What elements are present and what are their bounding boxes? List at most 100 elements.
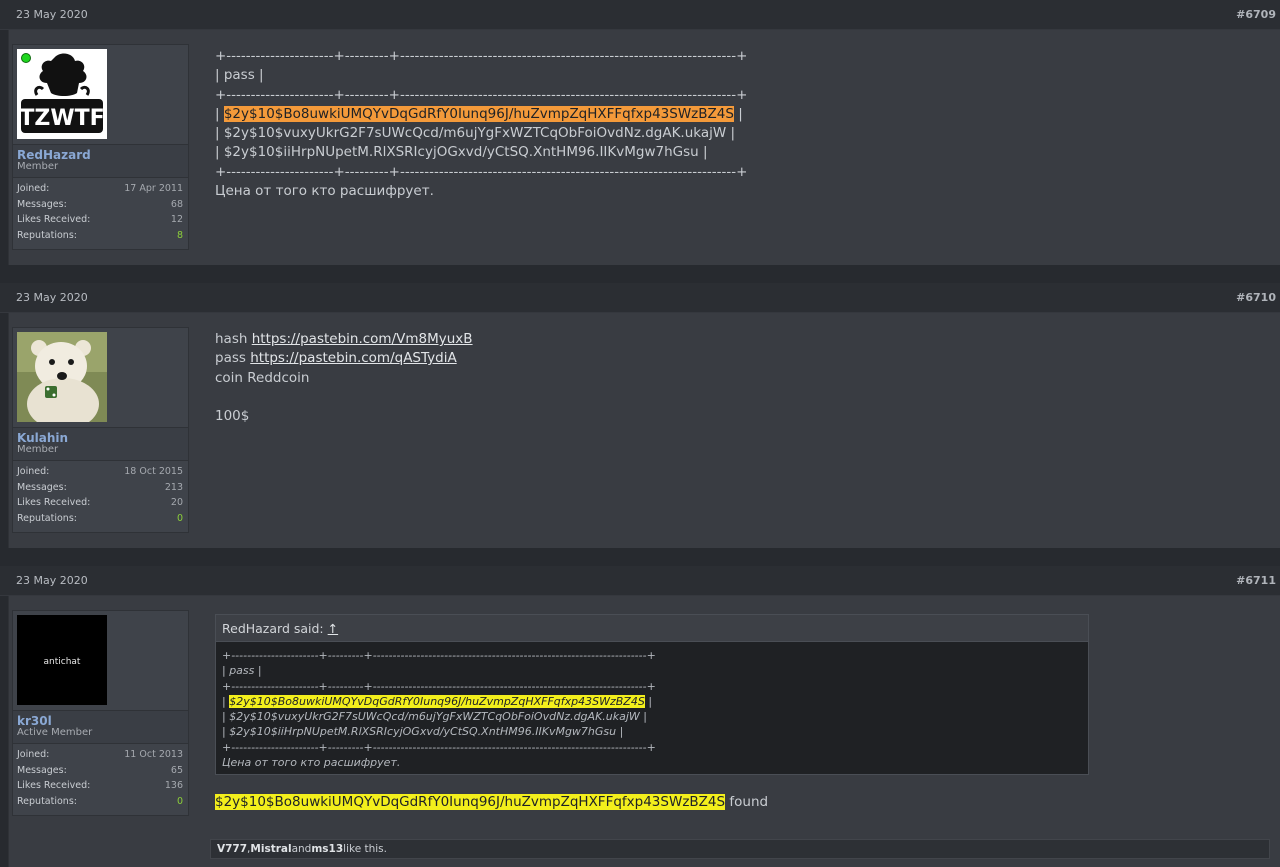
post-header: 23 May 2020 #6710: [0, 283, 1280, 313]
antichat-logo-icon: antichat: [17, 615, 107, 705]
stat-reputations: Reputations: 0: [17, 794, 183, 810]
stat-value: 20: [170, 497, 183, 509]
coin-line: coin Reddcoin: [215, 369, 310, 386]
like-user-link[interactable]: Mistral: [250, 843, 291, 855]
post-6709: 23 May 2020 #6709 TZWTF RedHazard Member: [0, 0, 1280, 283]
tzwtf-logo-icon: TZWTF: [17, 49, 107, 139]
table-header: | pass |: [215, 67, 264, 84]
stat-messages: Messages: 213: [17, 480, 183, 496]
post-header: 23 May 2020 #6711: [0, 566, 1280, 596]
like-user-link[interactable]: ms13: [311, 843, 343, 855]
likes-and: and: [291, 843, 312, 855]
stat-label: Reputations:: [17, 230, 77, 242]
message-content: +----------------------+---------+------…: [215, 47, 747, 201]
highlighted-hash: $2y$10$Bo8uwkiUMQYvDqGdRfY0Iunq96J/huZvm…: [223, 105, 734, 122]
like-user-link[interactable]: V777: [217, 843, 247, 855]
avatar[interactable]: TZWTF: [17, 49, 107, 139]
hash-line: hash https://pastebin.com/Vm8MyuxB: [215, 330, 473, 349]
stat-label: Messages:: [17, 764, 67, 776]
stat-label: Reputations:: [17, 796, 77, 808]
stat-value: 11 Oct 2013: [124, 749, 183, 760]
post-date[interactable]: 23 May 2020: [16, 8, 88, 21]
user-title: Active Member: [17, 727, 93, 738]
username[interactable]: Kulahin: [17, 432, 188, 444]
reply-line: $2y$10$Bo8uwkiUMQYvDqGdRfY0Iunq96J/huZvm…: [215, 793, 768, 812]
stat-value[interactable]: 65: [171, 763, 183, 779]
stat-value: 17 Apr 2011: [124, 183, 183, 194]
stat-label: Likes Received:: [17, 780, 91, 792]
found-label: found: [729, 794, 769, 810]
price-line: 100$: [215, 408, 250, 425]
stat-joined: Joined: 18 Oct 2015: [17, 464, 183, 480]
stat-label: Likes Received:: [17, 214, 91, 226]
hash-row-3: | $2y$10$iiHrpNUpetM.RlXSRIcyjOGxvd/yCtS…: [222, 725, 624, 739]
table-separator: +----------------------+---------+------…: [222, 740, 656, 754]
user-title: Member: [17, 161, 59, 172]
hash-row-1: | $2y$10$Bo8uwkiUMQYvDqGdRfY0Iunq96J/huZ…: [222, 694, 653, 708]
stat-reputations: Reputations: 8: [17, 228, 183, 244]
post-body: Kulahin Member Joined: 18 Oct 2015 Messag…: [8, 313, 1280, 548]
stat-value: 8: [176, 230, 183, 242]
post-6710: 23 May 2020 #6710 Kulahin Member Joined:…: [0, 283, 1280, 566]
hash-link[interactable]: https://pastebin.com/Vm8MyuxB: [252, 331, 473, 347]
price-note: Цена от того кто расшифрует.: [222, 756, 401, 770]
post-number[interactable]: #6711: [1236, 574, 1276, 587]
likes-suffix: like this.: [343, 843, 387, 855]
pass-link[interactable]: https://pastebin.com/qASTydiA: [250, 350, 456, 366]
stat-value[interactable]: 68: [171, 197, 183, 213]
table-separator: +----------------------+---------+------…: [215, 48, 748, 64]
avatar[interactable]: [17, 332, 107, 430]
post-date[interactable]: 23 May 2020: [16, 291, 88, 304]
stat-label: Reputations:: [17, 513, 77, 525]
stat-joined: Joined: 11 Oct 2013: [17, 747, 183, 763]
reply-text: $2y$10$Bo8uwkiUMQYvDqGdRfY0Iunq96J/huZvm…: [215, 793, 768, 812]
username-box: Kulahin Member: [13, 427, 188, 460]
hash-label: hash: [215, 331, 248, 347]
stat-likes: Likes Received: 136: [17, 778, 183, 794]
stat-joined: Joined: 17 Apr 2011: [17, 181, 183, 197]
user-card: Kulahin Member Joined: 18 Oct 2015 Messag…: [12, 327, 189, 533]
stat-value: 18 Oct 2015: [124, 466, 183, 477]
table-header: | pass |: [222, 664, 262, 678]
price-note: Цена от того кто расшифрует.: [215, 183, 434, 200]
quote-body: +----------------------+---------+------…: [216, 642, 1088, 774]
user-card: antichat kr30l Active Member Joined: 11 O…: [12, 610, 189, 816]
stat-label: Messages:: [17, 198, 67, 210]
online-indicator: [21, 53, 31, 63]
table-separator: +----------------------+---------+------…: [222, 649, 656, 662]
username[interactable]: kr30l: [17, 715, 188, 727]
post-date[interactable]: 23 May 2020: [16, 574, 88, 587]
avatar-text: TZWTF: [19, 106, 104, 131]
hash-row-3: | $2y$10$iiHrpNUpetM.RlXSRIcyjOGxvd/yCtS…: [215, 144, 708, 161]
highlighted-hash: $2y$10$Bo8uwkiUMQYvDqGdRfY0Iunq96J/huZvm…: [229, 694, 645, 708]
username-box: RedHazard Member: [13, 144, 188, 177]
user-stats: Joined: 11 Oct 2013 Messages: 65 Likes Rec…: [13, 743, 188, 815]
stat-value[interactable]: 213: [165, 480, 183, 496]
polar-bear-avatar-icon: [17, 332, 107, 430]
hash-row-2: | $2y$10$vuxyUkrG2F7sUWcQcd/m6ujYgFxWZTC…: [215, 125, 736, 142]
stat-messages: Messages: 68: [17, 197, 183, 213]
stat-likes: Likes Received: 12: [17, 212, 183, 228]
username-box: kr30l Active Member: [13, 710, 188, 743]
quote-block: RedHazard said: ↑ +---------------------…: [215, 614, 1089, 776]
table-separator: +----------------------+---------+------…: [215, 163, 748, 180]
pass-line: pass https://pastebin.com/qASTydiA: [215, 349, 473, 368]
hash-row-1: | $2y$10$Bo8uwkiUMQYvDqGdRfY0Iunq96J/huZ…: [215, 105, 743, 122]
stat-label: Likes Received:: [17, 497, 91, 509]
post-number[interactable]: #6710: [1236, 291, 1276, 304]
quote-jump-icon[interactable]: ↑: [328, 621, 338, 636]
post-number[interactable]: #6709: [1236, 8, 1276, 21]
stat-label: Joined:: [17, 466, 50, 477]
stat-value: 0: [176, 796, 183, 808]
likes-bar: V777, Mistral and ms13 like this.: [210, 839, 1270, 859]
stat-likes: Likes Received: 20: [17, 495, 183, 511]
message-content: hash https://pastebin.com/Vm8MyuxB pass …: [215, 330, 473, 426]
stat-reputations: Reputations: 0: [17, 511, 183, 527]
avatar-text: antichat: [44, 657, 81, 667]
user-stats: Joined: 17 Apr 2011 Messages: 68 Likes Rec…: [13, 177, 188, 249]
pass-label: pass: [215, 350, 246, 367]
username[interactable]: RedHazard: [17, 149, 188, 161]
stat-value: 12: [170, 214, 183, 226]
avatar[interactable]: antichat: [17, 615, 107, 705]
